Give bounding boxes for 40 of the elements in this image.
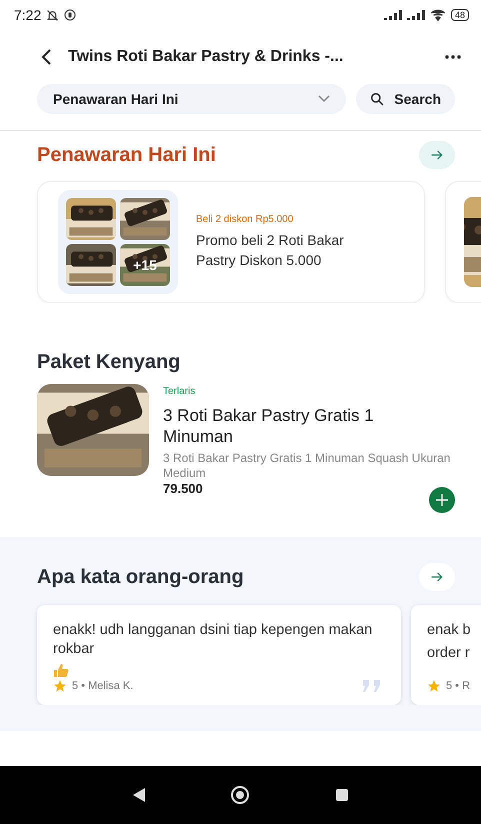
promo-tag: Beli 2 diskon Rp5.000 xyxy=(196,214,376,225)
section-heading: Penawaran Hari Ini xyxy=(37,144,216,166)
review-rating: 5 • Melisa K. xyxy=(72,680,134,692)
review-text: order r xyxy=(427,644,470,663)
review-text: enakk! udh langganan dsini tiap kepengen makan rokbar xyxy=(53,621,374,659)
product-price: 79.500 xyxy=(163,481,203,496)
signal-icon xyxy=(384,10,402,20)
search-icon xyxy=(370,92,384,106)
more-count: +15 xyxy=(133,257,157,273)
back-nav-button[interactable] xyxy=(132,787,146,803)
bestseller-label: Terlaris xyxy=(163,386,196,397)
promo-card[interactable]: +15 Beli 2 diskon Rp5.000 Promo beli 2 Roti Bakar Pastry Diskon 5.000 xyxy=(37,181,425,303)
store-title: Twins Roti Bakar Pastry & Drinks -... xyxy=(68,48,344,66)
product-name: 3 Roti Bakar Pastry Gratis 1 Minuman xyxy=(163,405,375,447)
add-button[interactable] xyxy=(429,487,455,513)
recents-nav-button[interactable] xyxy=(334,788,349,802)
signal-icon xyxy=(406,10,425,20)
star-icon xyxy=(427,679,441,693)
home-nav-button[interactable] xyxy=(230,785,250,805)
promo-name: Promo beli 2 Roti Bakar Pastry Diskon 5.000 xyxy=(196,231,345,270)
wifi-icon xyxy=(430,9,446,21)
see-all-button[interactable] xyxy=(419,563,455,591)
plus-icon xyxy=(436,494,448,506)
bell-off-icon xyxy=(46,8,60,22)
back-icon[interactable] xyxy=(40,49,52,65)
search-button[interactable]: Search xyxy=(356,84,455,114)
clock-time: 7:22 xyxy=(14,7,42,23)
star-icon xyxy=(53,679,67,693)
review-rating: 5 • R xyxy=(446,680,470,692)
chevron-down-icon xyxy=(318,95,330,103)
thumbs-up-icon xyxy=(53,663,69,678)
product-description: 3 Roti Bakar Pastry Gratis 1 Minuman Squash Ukuran Medium xyxy=(163,451,452,481)
more-icon[interactable] xyxy=(445,55,461,59)
quote-icon xyxy=(361,679,383,693)
section-heading: Paket Kenyang xyxy=(37,351,180,374)
section-heading: Apa kata orang-orang xyxy=(37,566,244,588)
category-dropdown[interactable]: Penawaran Hari Ini xyxy=(37,84,346,114)
see-all-button[interactable] xyxy=(419,141,455,169)
review-text: enak b xyxy=(427,621,471,640)
battery-level: 48 xyxy=(450,9,469,21)
